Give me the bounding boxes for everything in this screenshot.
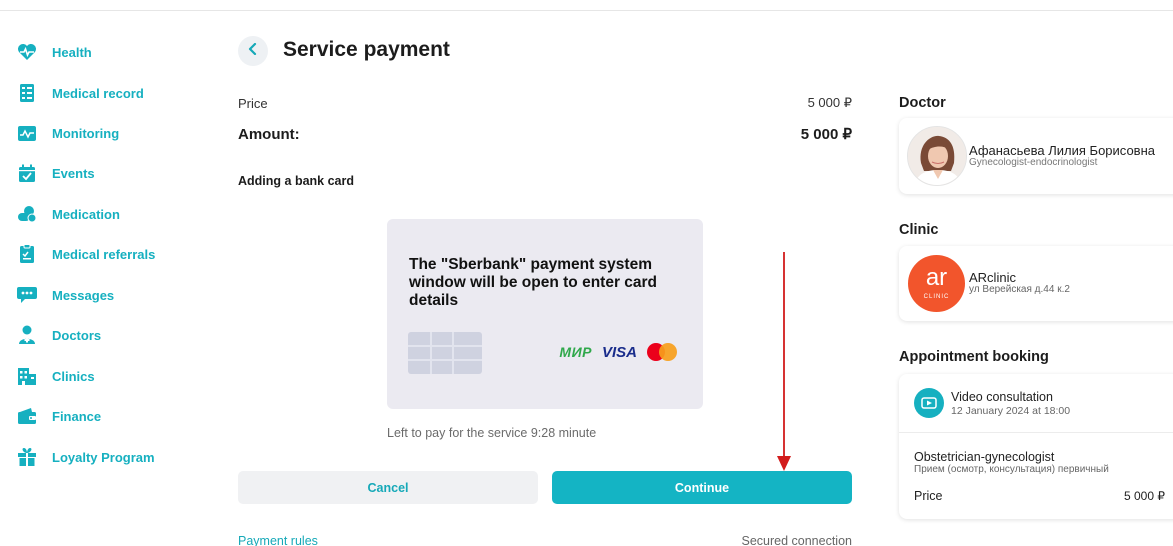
sidebar-item-finance[interactable]: Finance: [16, 404, 101, 428]
secured-connection-label: Secured connection: [741, 534, 853, 546]
sidebar-item-label: Clinics: [52, 368, 95, 384]
top-divider: [0, 10, 1173, 11]
amount-value: 5 000 ₽: [800, 126, 852, 143]
divider: [899, 432, 1173, 433]
annotation-arrow: [777, 252, 791, 471]
payment-timer: Left to pay for the service 9:28 minute: [387, 426, 597, 440]
booking-section-title: Appointment booking: [899, 349, 1049, 365]
sidebar-item-doctors[interactable]: Doctors: [16, 323, 101, 347]
price-row: Price 5 000 ₽: [238, 95, 852, 111]
sidebar-item-label: Doctors: [52, 327, 102, 343]
sidebar-item-label: Medication: [52, 206, 120, 222]
sidebar-item-medication[interactable]: Medication: [16, 202, 120, 226]
booking-card: Video consultation 12 January 2024 at 18…: [899, 374, 1173, 519]
booking-specialty: Obstetrician-gynecologist: [914, 450, 1055, 464]
payment-system-message: The "Sberbank" payment system window wil…: [409, 256, 658, 309]
sidebar-item-label: Finance: [52, 408, 102, 424]
sidebar-item-label: Monitoring: [52, 125, 120, 141]
add-card-heading: Adding a bank card: [238, 174, 354, 188]
booking-type: Video consultation: [951, 390, 1053, 404]
sidebar-item-medical-referrals[interactable]: Medical referrals: [16, 242, 155, 266]
card-chip-icon: [408, 332, 482, 374]
sidebar-item-messages[interactable]: Messages: [16, 283, 114, 307]
sidebar-item-loyalty-program[interactable]: Loyalty Program: [16, 445, 155, 469]
sidebar-item-monitoring[interactable]: Monitoring: [16, 121, 119, 145]
back-button[interactable]: [238, 36, 268, 66]
chat-icon: [16, 284, 38, 306]
sidebar-item-label: Health: [52, 44, 92, 60]
clinic-address: ул Верейская д.44 к.2: [969, 284, 1070, 295]
chevron-left-icon: [248, 42, 258, 60]
heart-pulse-icon: [16, 41, 38, 63]
doctor-name: Афанасьева Лилия Борисовна: [969, 143, 1155, 158]
clipboard-icon: [16, 243, 38, 265]
clinic-name: ARclinic: [969, 270, 1016, 285]
clinic-logo: ar CLINIC: [908, 255, 965, 312]
monitoring-icon: [16, 122, 38, 144]
card-logos: МИР VISA: [559, 343, 677, 361]
pills-icon: [16, 203, 38, 225]
doctor-specialty: Gynecologist-endocrinologist: [969, 157, 1098, 168]
booking-price-label: Price: [914, 489, 943, 503]
sidebar-item-label: Events: [52, 165, 95, 181]
gift-icon: [16, 446, 38, 468]
amount-row: Amount: 5 000 ₽: [238, 125, 852, 144]
sidebar-item-label: Messages: [52, 287, 115, 303]
calendar-check-icon: [16, 162, 38, 184]
video-camera-icon: [914, 388, 944, 418]
sidebar-item-clinics[interactable]: Clinics: [16, 364, 95, 388]
medical-record-icon: [16, 82, 38, 104]
cancel-button[interactable]: Cancel: [238, 471, 538, 504]
mir-logo: МИР: [559, 344, 592, 360]
sidebar-item-label: Loyalty Program: [52, 449, 155, 465]
booking-datetime: 12 January 2024 at 18:00: [951, 405, 1071, 417]
doctor-card[interactable]: Афанасьева Лилия Борисовна Gynecologist-…: [899, 118, 1173, 194]
clinic-section-title: Clinic: [899, 222, 939, 238]
wallet-icon: [16, 405, 38, 427]
clinic-card[interactable]: ar CLINIC ARclinic ул Верейская д.44 к.2: [899, 246, 1173, 321]
payment-rules-link[interactable]: Payment rules: [238, 534, 318, 546]
sidebar-item-health[interactable]: Health: [16, 40, 92, 64]
booking-service: Прием (осмотр, консультация) первичный: [914, 464, 1109, 475]
doctor-avatar: [907, 126, 967, 186]
page-title: Service payment: [283, 38, 450, 61]
visa-logo: VISA: [601, 343, 637, 361]
sidebar-item-events[interactable]: Events: [16, 161, 95, 185]
doctor-section-title: Doctor: [899, 95, 946, 111]
booking-price-value: 5 000 ₽: [1124, 489, 1165, 503]
sidebar-item-label: Medical record: [52, 85, 144, 101]
amount-label: Amount:: [238, 125, 300, 143]
sidebar-item-medical-record[interactable]: Medical record: [16, 81, 144, 105]
bank-card-panel: The "Sberbank" payment system window wil…: [387, 219, 703, 409]
doctor-icon: [16, 324, 38, 346]
continue-button[interactable]: Continue: [552, 471, 852, 504]
mastercard-logo: [647, 343, 677, 361]
price-label: Price: [238, 95, 268, 111]
sidebar-item-label: Medical referrals: [52, 246, 156, 262]
building-icon: [16, 365, 38, 387]
price-value: 5 000 ₽: [807, 95, 852, 110]
